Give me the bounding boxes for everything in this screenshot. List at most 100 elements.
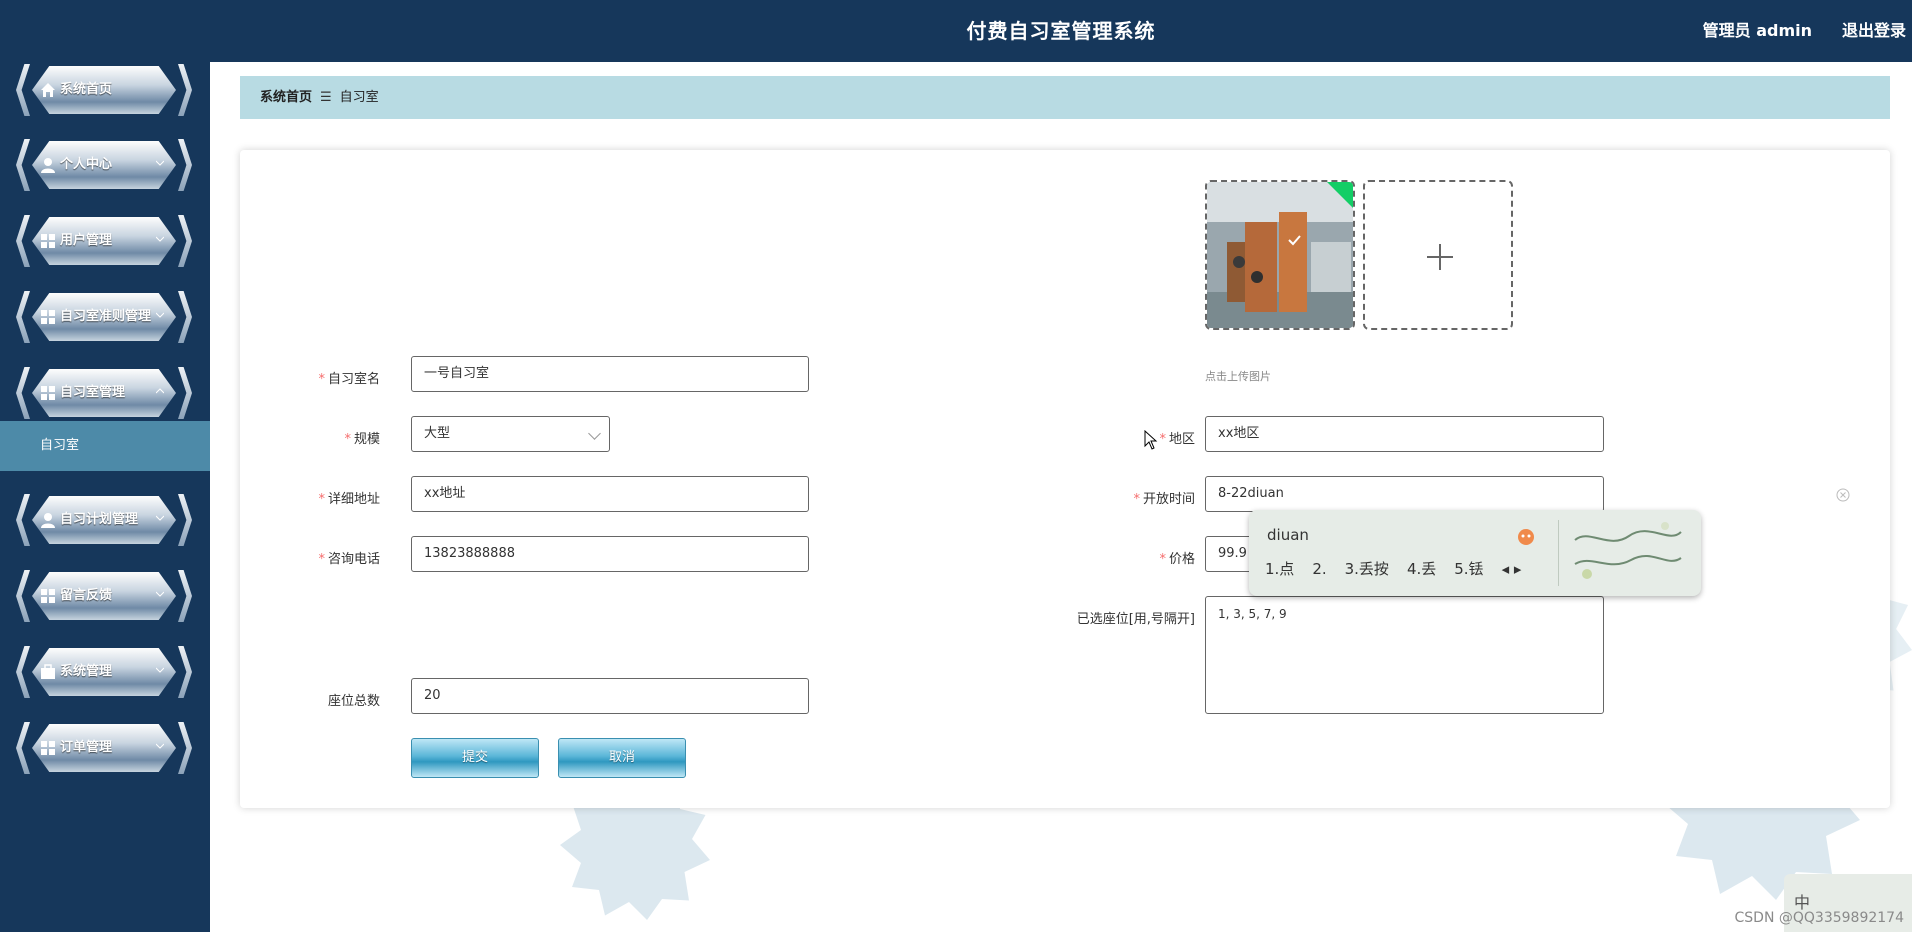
sidebar-item-label: 用户管理 [60,233,113,248]
breadcrumb-current: 自习室 [339,90,379,105]
submit-button[interactable]: 提交 [411,738,539,778]
briefcase-icon [41,664,55,679]
menu-edge-left [16,367,30,419]
open-time-input[interactable]: 8-22diuan [1205,476,1604,512]
grid-icon [41,386,55,400]
address-label: * 详细地址 [318,492,380,507]
sidebar-item-rooms[interactable]: 自习室管理 [14,365,194,421]
menu-edge-right [178,646,192,698]
grid-icon [41,310,55,324]
breadcrumb-home[interactable]: 系统首页 [260,90,312,105]
sidebar-item-system[interactable]: 系统管理 [14,644,194,700]
chevron-down-icon [156,515,164,521]
ime-candidates: 1.点 2. 3.丢按 4.丢 5.铥 ◂ ▸ [1265,558,1539,579]
chevron-down-icon [156,743,164,749]
upload-hint: 点击上传图片 [1205,370,1271,383]
menu-edge-left [16,722,30,774]
sidebar-item-label: 自习室准则管理 [60,309,152,324]
menu-edge-left [16,570,30,622]
selected-seats-textarea[interactable]: 1, 3, 5, 7, 9 [1205,596,1604,714]
ime-candidate[interactable]: 2. [1312,560,1326,578]
menu-edge-right [178,215,192,267]
price-label: * 价格 [1159,552,1195,567]
scale-label: * 规模 [344,432,380,447]
sidebar-item-label: 系统管理 [60,664,113,679]
room-name-label: * 自习室名 [318,372,380,387]
clear-icon[interactable] [1836,488,1850,502]
ime-candidate[interactable]: 3.丢按 [1345,560,1389,578]
menu-edge-left [16,139,30,191]
sidebar-item-profile[interactable]: 个人中心 [14,137,194,193]
address-input[interactable]: xx地址 [411,476,809,512]
sidebar-item-label: 留言反馈 [60,588,113,603]
breadcrumb: 系统首页 ☰ 自习室 [240,76,1890,119]
menu-edge-right [178,64,192,116]
scale-selected-value: 大型 [424,426,451,441]
menu-edge-left [16,494,30,546]
ime-page-arrows-icon[interactable]: ◂ ▸ [1502,560,1522,578]
watermark: CSDN @QQ3359892174 [1734,910,1904,926]
sidebar: 系统首页 个人中心 用户管理 自习室准则管理 自习室管理 自习室 自习计划管理 … [0,0,210,932]
menu-edge-right [178,291,192,343]
phone-input[interactable]: 13823888888 [411,536,809,572]
ime-skin-decoration [1558,520,1691,586]
sidebar-item-study-plans[interactable]: 自习计划管理 [14,492,194,548]
grid-icon [41,234,55,248]
menu-edge-right [178,494,192,546]
ime-candidate[interactable]: 1.点 [1265,560,1294,578]
scale-select[interactable]: 大型 [411,416,610,452]
selected-seats-label: 已选座位[用,号隔开] [1076,612,1195,627]
sidebar-item-label: 系统首页 [60,82,113,97]
cancel-button[interactable]: 取消 [558,738,686,778]
sidebar-item-label: 自习室管理 [60,385,126,400]
top-header: 付费自习室管理系统 管理员 admin 退出登录 [210,0,1912,62]
seats-total-input[interactable]: 20 [411,678,809,714]
menu-edge-right [178,367,192,419]
sidebar-subitem-label: 自习室 [40,438,80,453]
breadcrumb-separator: ☰ [320,90,332,105]
ime-candidate[interactable]: 4.丢 [1407,560,1436,578]
menu-edge-left [16,646,30,698]
uploaded-image-thumbnail[interactable] [1205,180,1355,330]
chevron-up-icon [156,388,164,394]
menu-edge-left [16,64,30,116]
ime-candidate[interactable]: 5.铥 [1454,560,1483,578]
menu-edge-right [178,139,192,191]
grid-icon [41,589,55,603]
sidebar-item-label: 订单管理 [60,740,113,755]
chevron-down-icon [156,591,164,597]
user-icon [41,158,55,173]
chevron-down-icon [156,312,164,318]
grid-icon [41,741,55,755]
sidebar-item-home[interactable]: 系统首页 [14,62,194,118]
menu-edge-right [178,570,192,622]
current-user: 管理员 admin [1702,21,1812,40]
sidebar-item-feedback[interactable]: 留言反馈 [14,568,194,624]
menu-edge-left [16,291,30,343]
chevron-down-icon [156,667,164,673]
chevron-down-icon [156,236,164,242]
ime-candidate-popup: diuan 1.点 2. 3.丢按 4.丢 5.铥 ◂ ▸ [1249,510,1701,596]
ime-skin-art [1574,522,1682,579]
menu-edge-left [16,215,30,267]
open-time-label: * 开放时间 [1133,492,1195,507]
sidebar-item-rules[interactable]: 自习室准则管理 [14,289,194,345]
ime-emoji-icon[interactable] [1517,528,1535,546]
plus-icon-vertical [1439,244,1441,270]
mouse-cursor-icon [1144,430,1158,450]
sidebar-subitem-room[interactable]: 自习室 [0,421,210,471]
sidebar-item-orders[interactable]: 订单管理 [14,720,194,776]
sidebar-item-label: 自习计划管理 [60,512,139,527]
chevron-down-icon [156,160,164,166]
room-name-input[interactable]: 一号自习室 [411,356,809,392]
app-title: 付费自习室管理系统 [966,19,1156,43]
sidebar-item-users[interactable]: 用户管理 [14,213,194,269]
logout-link[interactable]: 退出登录 [1842,0,1906,62]
user-icon [41,513,55,528]
study-room-photo [1207,182,1353,328]
phone-label: * 咨询电话 [318,552,380,567]
upload-image-button[interactable] [1363,180,1513,330]
ime-composition: diuan [1267,526,1309,544]
region-input[interactable]: xx地区 [1205,416,1604,452]
menu-edge-right [178,722,192,774]
